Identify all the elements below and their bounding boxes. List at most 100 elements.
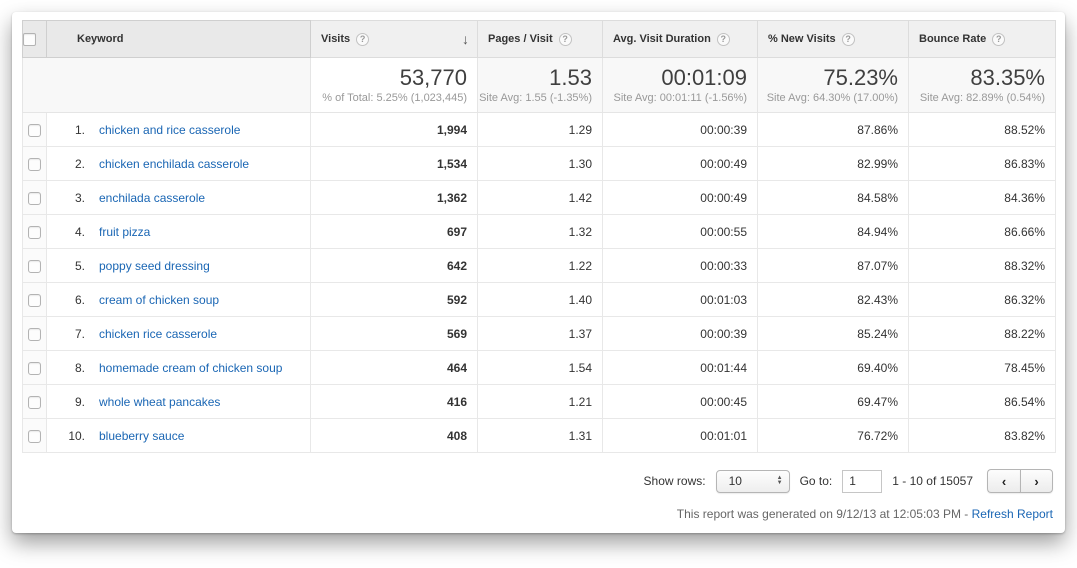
row-checkbox-cell [23, 181, 47, 215]
bounce-rate-cell: 84.36% [909, 181, 1056, 215]
table-row: 2.chicken enchilada casserole1,5341.3000… [23, 147, 1056, 181]
avg-visit-duration-cell: 00:00:39 [603, 113, 758, 147]
row-checkbox-cell [23, 215, 47, 249]
avg-visit-duration-cell: 00:00:49 [603, 147, 758, 181]
column-header-keyword[interactable]: Keyword [47, 21, 311, 58]
avg-visit-duration-cell: 00:01:44 [603, 351, 758, 385]
pages-per-visit-cell: 1.22 [478, 249, 603, 283]
previous-page-button[interactable]: ‹ [987, 469, 1020, 493]
keyword-link[interactable]: homemade cream of chicken soup [99, 361, 282, 375]
next-page-button[interactable]: › [1020, 469, 1053, 493]
column-header-avg-visit-duration[interactable]: Avg. Visit Duration ? [603, 21, 758, 58]
row-checkbox[interactable] [28, 328, 41, 341]
keyword-link[interactable]: chicken and rice casserole [99, 123, 240, 137]
pct-new-visits-cell: 76.72% [758, 419, 909, 453]
row-checkbox-cell [23, 147, 47, 181]
keyword-report-table: Keyword Visits ? ↓ Pages / Visit ? [22, 20, 1056, 453]
help-icon[interactable]: ? [992, 33, 1005, 46]
row-checkbox[interactable] [28, 192, 41, 205]
summary-subtext: Site Avg: 00:01:11 (-1.56%) [603, 91, 747, 105]
pages-per-visit-cell: 1.29 [478, 113, 603, 147]
show-rows-value: 10 [729, 474, 777, 488]
help-icon[interactable]: ? [842, 33, 855, 46]
chevron-left-icon: ‹ [1002, 474, 1006, 489]
summary-pages-per-visit: 1.53 Site Avg: 1.55 (-1.35%) [478, 58, 603, 113]
select-all-checkbox[interactable] [23, 33, 36, 46]
row-checkbox[interactable] [28, 430, 41, 443]
keyword-link[interactable]: whole wheat pancakes [99, 395, 220, 409]
column-label: Bounce Rate [919, 33, 986, 45]
row-checkbox[interactable] [28, 226, 41, 239]
row-checkbox[interactable] [28, 396, 41, 409]
bounce-rate-cell: 78.45% [909, 351, 1056, 385]
refresh-report-link[interactable]: Refresh Report [972, 507, 1053, 521]
help-icon[interactable]: ? [356, 33, 369, 46]
row-rank: 2. [57, 157, 85, 171]
pct-new-visits-cell: 82.99% [758, 147, 909, 181]
row-checkbox-cell [23, 283, 47, 317]
summary-subtext: Site Avg: 1.55 (-1.35%) [478, 91, 592, 105]
stepper-icon: ▲ ▼ [777, 476, 783, 486]
avg-visit-duration-cell: 00:00:39 [603, 317, 758, 351]
visits-cell: 1,994 [311, 113, 478, 147]
row-checkbox[interactable] [28, 294, 41, 307]
avg-visit-duration-cell: 00:01:01 [603, 419, 758, 453]
summary-subtext: Site Avg: 82.89% (0.54%) [909, 91, 1045, 105]
bounce-rate-cell: 83.82% [909, 419, 1056, 453]
table-row: 3.enchilada casserole1,3621.4200:00:4984… [23, 181, 1056, 215]
avg-visit-duration-cell: 00:00:49 [603, 181, 758, 215]
visits-cell: 416 [311, 385, 478, 419]
keyword-cell: 9.whole wheat pancakes [47, 385, 311, 419]
keyword-link[interactable]: chicken enchilada casserole [99, 157, 249, 171]
column-header-bounce-rate[interactable]: Bounce Rate ? [909, 21, 1056, 58]
column-header-pct-new-visits[interactable]: % New Visits ? [758, 21, 909, 58]
keyword-cell: 3. enchilada casserole [47, 181, 311, 215]
row-rank: 5. [57, 259, 85, 273]
help-icon[interactable]: ? [717, 33, 730, 46]
sort-descending-icon: ↓ [462, 31, 469, 47]
column-header-pages-per-visit[interactable]: Pages / Visit ? [478, 21, 603, 58]
keyword-cell: 8.homemade cream of chicken soup [47, 351, 311, 385]
bounce-rate-cell: 86.54% [909, 385, 1056, 419]
table-row: 1. chicken and rice casserole 1,9941.2900:… [23, 113, 1056, 147]
pages-per-visit-cell: 1.37 [478, 317, 603, 351]
row-checkbox[interactable] [28, 362, 41, 375]
table-row: 4.fruit pizza6971.3200:00:5584.94%86.66% [23, 215, 1056, 249]
column-header-visits[interactable]: Visits ? ↓ [311, 21, 478, 58]
row-rank: 4. [57, 225, 85, 239]
pages-per-visit-cell: 1.31 [478, 419, 603, 453]
row-checkbox[interactable] [28, 260, 41, 273]
row-rank: 3. [57, 191, 85, 205]
keyword-link[interactable]: chicken rice casserole [99, 327, 217, 341]
row-checkbox[interactable] [28, 124, 41, 137]
bounce-rate-cell: 88.32% [909, 249, 1056, 283]
keyword-link[interactable]: blueberry sauce [99, 429, 184, 443]
keyword-link[interactable]: poppy seed dressing [99, 259, 210, 273]
keyword-link[interactable]: fruit pizza [99, 225, 150, 239]
pages-per-visit-cell: 1.32 [478, 215, 603, 249]
keyword-cell: 1. chicken and rice casserole [47, 113, 311, 147]
row-rank: 1. [57, 123, 85, 137]
row-rank: 6. [57, 293, 85, 307]
pct-new-visits-cell: 85.24% [758, 317, 909, 351]
visits-cell: 569 [311, 317, 478, 351]
row-rank: 7. [57, 327, 85, 341]
avg-visit-duration-cell: 00:00:33 [603, 249, 758, 283]
keyword-link[interactable]: enchilada casserole [99, 191, 205, 205]
column-label: Visits [321, 33, 350, 45]
show-rows-label: Show rows: [644, 474, 706, 488]
summary-bounce-rate: 83.35% Site Avg: 82.89% (0.54%) [909, 58, 1056, 113]
row-checkbox-cell [23, 385, 47, 419]
avg-visit-duration-cell: 00:00:45 [603, 385, 758, 419]
row-checkbox[interactable] [28, 158, 41, 171]
help-icon[interactable]: ? [559, 33, 572, 46]
keyword-link[interactable]: cream of chicken soup [99, 293, 219, 307]
summary-avg-visit-duration: 00:01:09 Site Avg: 00:01:11 (-1.56%) [603, 58, 758, 113]
row-checkbox-cell [23, 317, 47, 351]
pct-new-visits-cell: 69.40% [758, 351, 909, 385]
keyword-cell: 10. blueberry sauce [47, 419, 311, 453]
visits-cell: 1,534 [311, 147, 478, 181]
show-rows-select[interactable]: 10 ▲ ▼ [716, 470, 790, 493]
row-rank: 10. [57, 429, 85, 443]
goto-page-input[interactable] [842, 470, 882, 493]
